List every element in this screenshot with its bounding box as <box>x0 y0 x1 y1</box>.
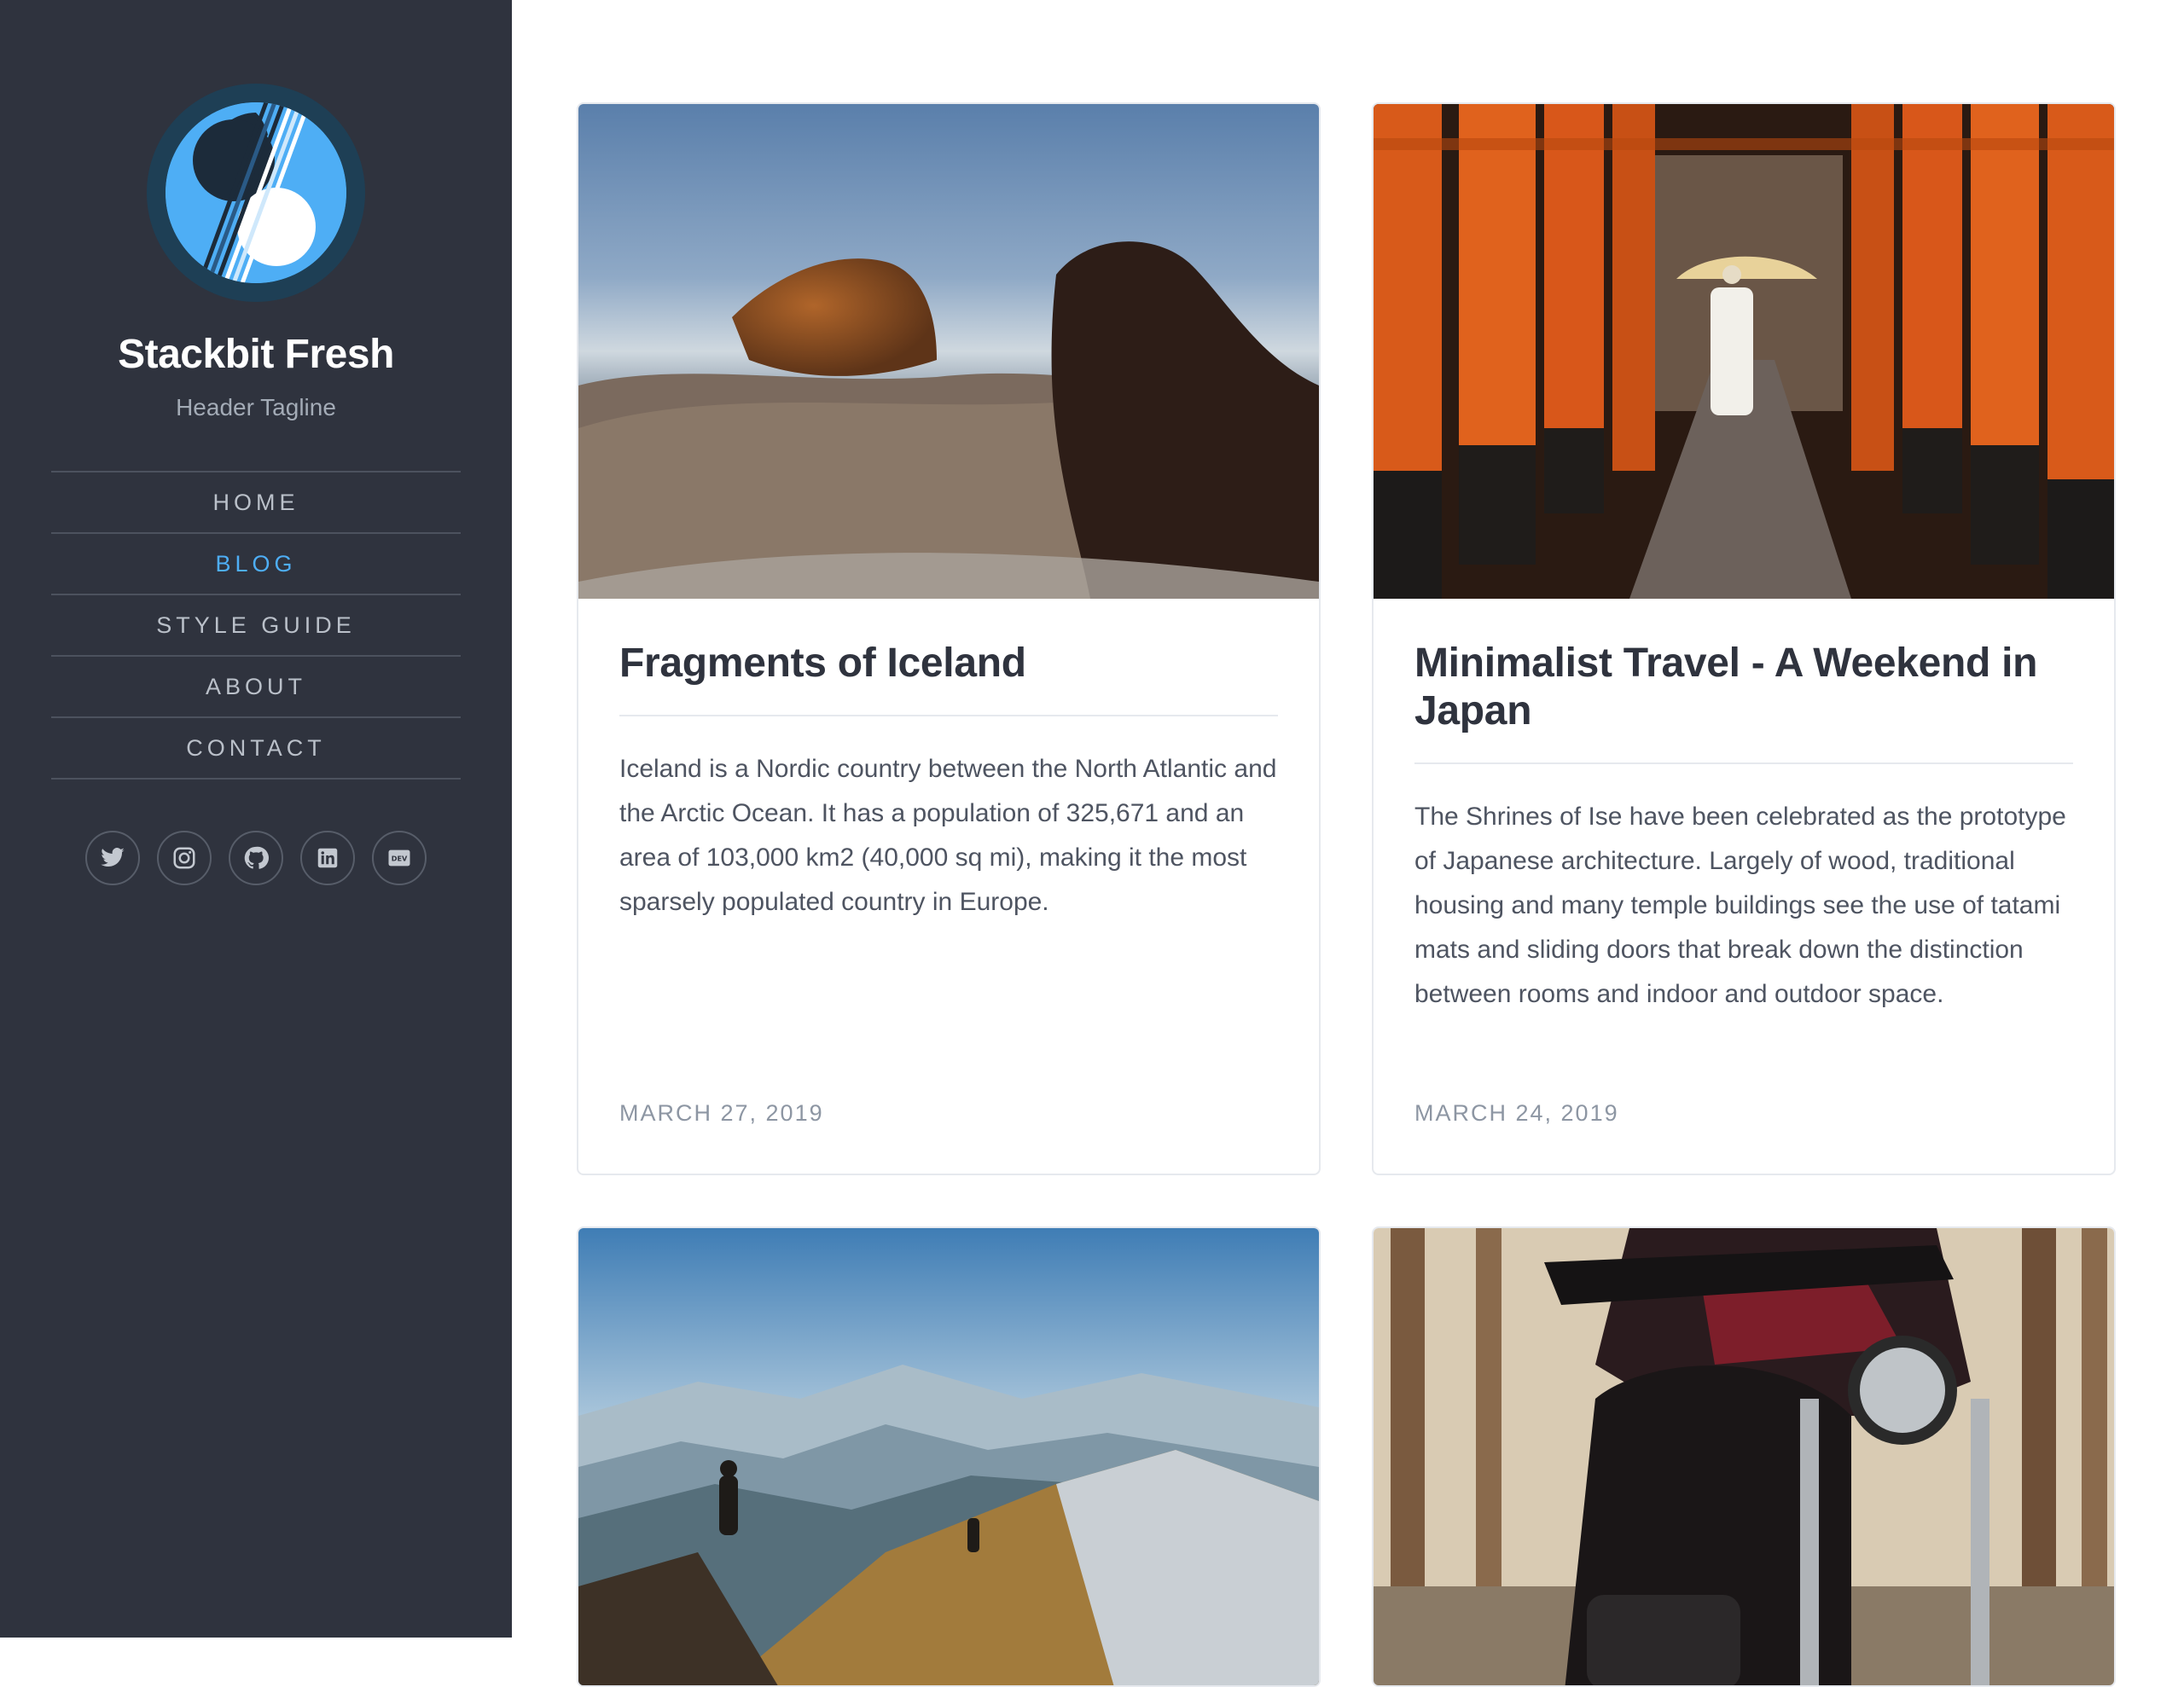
post-date: MARCH 27, 2019 <box>619 1100 824 1126</box>
github-link[interactable] <box>229 831 283 885</box>
instagram-link[interactable] <box>157 831 212 885</box>
post-card[interactable]: Minimalist Travel - A Weekend in Japan T… <box>1372 102 2116 1175</box>
post-date: MARCH 24, 2019 <box>1414 1100 1619 1126</box>
post-title[interactable]: Minimalist Travel - A Weekend in Japan <box>1414 640 2073 764</box>
stackbit-logo-icon <box>166 102 346 283</box>
site-title[interactable]: Stackbit Fresh <box>0 331 512 378</box>
motorcycle-forest-photo[interactable] <box>1374 1228 2114 1685</box>
icelandic-horses-photo[interactable] <box>578 104 1319 599</box>
post-title[interactable]: Fragments of Iceland <box>619 640 1278 716</box>
nav-item-style-guide[interactable]: STYLE GUIDE <box>51 595 461 657</box>
main-nav: HOME BLOG STYLE GUIDE ABOUT CONTACT <box>51 471 461 780</box>
linkedin-icon <box>317 848 338 868</box>
nav-item-about[interactable]: ABOUT <box>51 657 461 718</box>
twitter-icon <box>101 848 125 867</box>
instagram-icon <box>173 847 195 869</box>
post-card[interactable] <box>577 1226 1321 1687</box>
github-icon <box>244 846 269 869</box>
post-excerpt: The Shrines of Ise have been celebrated … <box>1414 803 2066 1008</box>
torii-gate-tunnel-photo[interactable] <box>1374 104 2114 599</box>
social-links: DEV <box>0 831 512 885</box>
post-excerpt: Iceland is a Nordic country between the … <box>619 755 1277 916</box>
post-card-body: Minimalist Travel - A Weekend in Japan T… <box>1374 599 2114 1017</box>
site-logo[interactable] <box>147 84 365 302</box>
nav-item-contact[interactable]: CONTACT <box>51 718 461 780</box>
twitter-link[interactable] <box>85 831 140 885</box>
nav-item-blog[interactable]: BLOG <box>51 534 461 595</box>
post-feed: Fragments of Iceland Iceland is a Nordic… <box>512 0 2184 1687</box>
dev-icon: DEV <box>388 849 410 867</box>
nav-item-home[interactable]: HOME <box>51 472 461 534</box>
sidebar: Stackbit Fresh Header Tagline HOME BLOG … <box>0 0 512 1638</box>
post-card[interactable]: Fragments of Iceland Iceland is a Nordic… <box>577 102 1321 1175</box>
site-tagline: Header Tagline <box>176 394 336 420</box>
dev-link[interactable]: DEV <box>372 831 427 885</box>
post-card[interactable] <box>1372 1226 2116 1687</box>
svg-text:DEV: DEV <box>392 854 408 862</box>
linkedin-link[interactable] <box>300 831 355 885</box>
post-card-body: Fragments of Iceland Iceland is a Nordic… <box>578 599 1319 925</box>
mountain-hikers-photo[interactable] <box>578 1228 1319 1685</box>
